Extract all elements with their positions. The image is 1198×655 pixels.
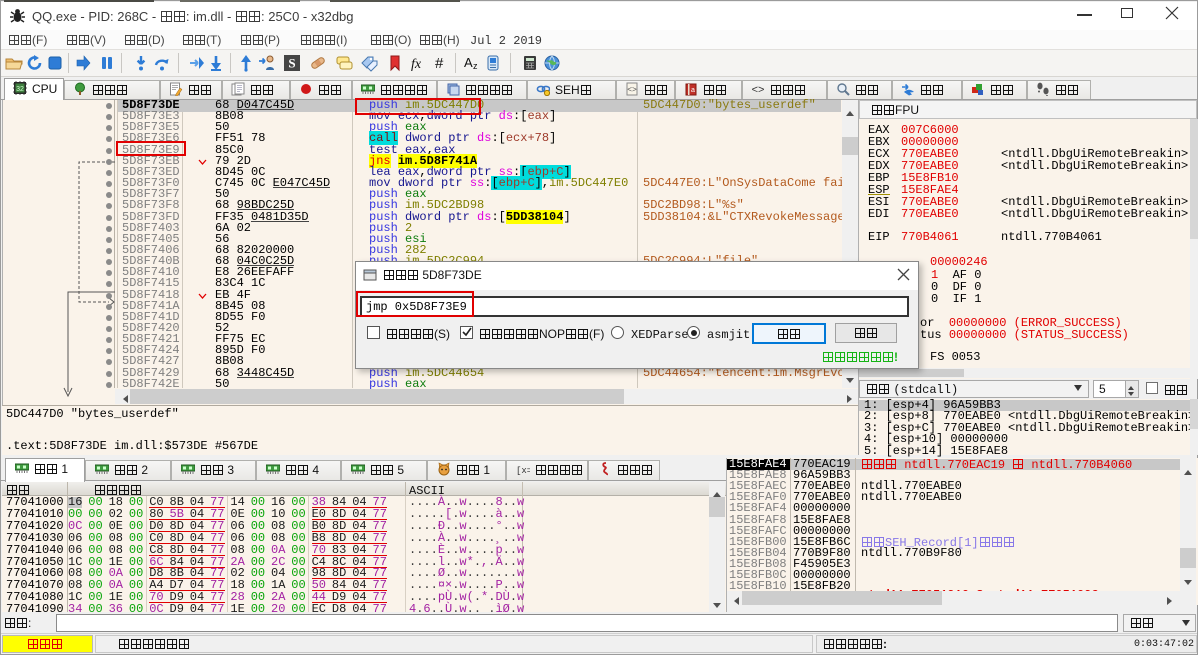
svg-text:S: S — [288, 56, 295, 71]
svg-text:<>: <> — [752, 84, 765, 96]
svg-text:A: A — [464, 55, 473, 70]
svg-text:32: 32 — [16, 86, 24, 93]
svg-text:a: a — [691, 87, 695, 94]
svg-text:#: # — [435, 55, 444, 72]
svg-text:z: z — [473, 61, 478, 71]
svg-text:<>: <> — [627, 86, 637, 95]
svg-text:fx: fx — [411, 57, 422, 72]
svg-text:[x=]: [x=] — [516, 466, 530, 476]
